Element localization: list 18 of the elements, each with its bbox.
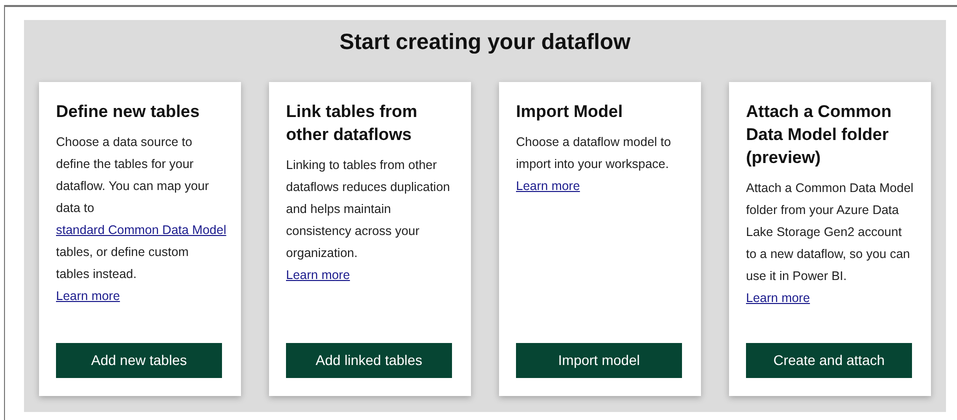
card-title: Import Model xyxy=(516,101,624,123)
card-description: Linking to tables from other dataflows reduces duplication and helps maintain consistency across your organization. xyxy=(286,157,451,262)
card-description: Choose a data source to define the tables for your dataflow. You can map your data to standard Common Data Model tables, or define custom tables instead. xyxy=(56,134,224,283)
action-button[interactable]: Add linked tables xyxy=(286,343,452,378)
learn-more-link[interactable]: Learn more xyxy=(516,175,580,197)
card-title: Define new tables xyxy=(56,101,201,123)
action-button[interactable]: Create and attach xyxy=(746,343,912,378)
action-button[interactable]: Import model xyxy=(516,343,682,378)
learn-more-link[interactable]: Learn more xyxy=(286,264,350,286)
card-description: Attach a Common Data Model folder from your Azure Data Lake Storage Gen2 account to a new dataflow, so you can use it in Power BI. xyxy=(746,180,914,285)
learn-more-link[interactable]: Learn more xyxy=(746,287,810,309)
card-title: Attach a Common Data Model folder (preview) xyxy=(746,101,892,169)
card-title: Link tables from other dataflows xyxy=(286,101,418,146)
card-description: Choose a dataflow model to import into your workspace. xyxy=(516,134,672,173)
learn-more-link[interactable]: Learn more xyxy=(56,285,120,307)
page-heading: Start creating your dataflow xyxy=(340,28,630,56)
action-button[interactable]: Add new tables xyxy=(56,343,222,378)
inline-link[interactable]: standard Common Data Model xyxy=(56,223,226,237)
